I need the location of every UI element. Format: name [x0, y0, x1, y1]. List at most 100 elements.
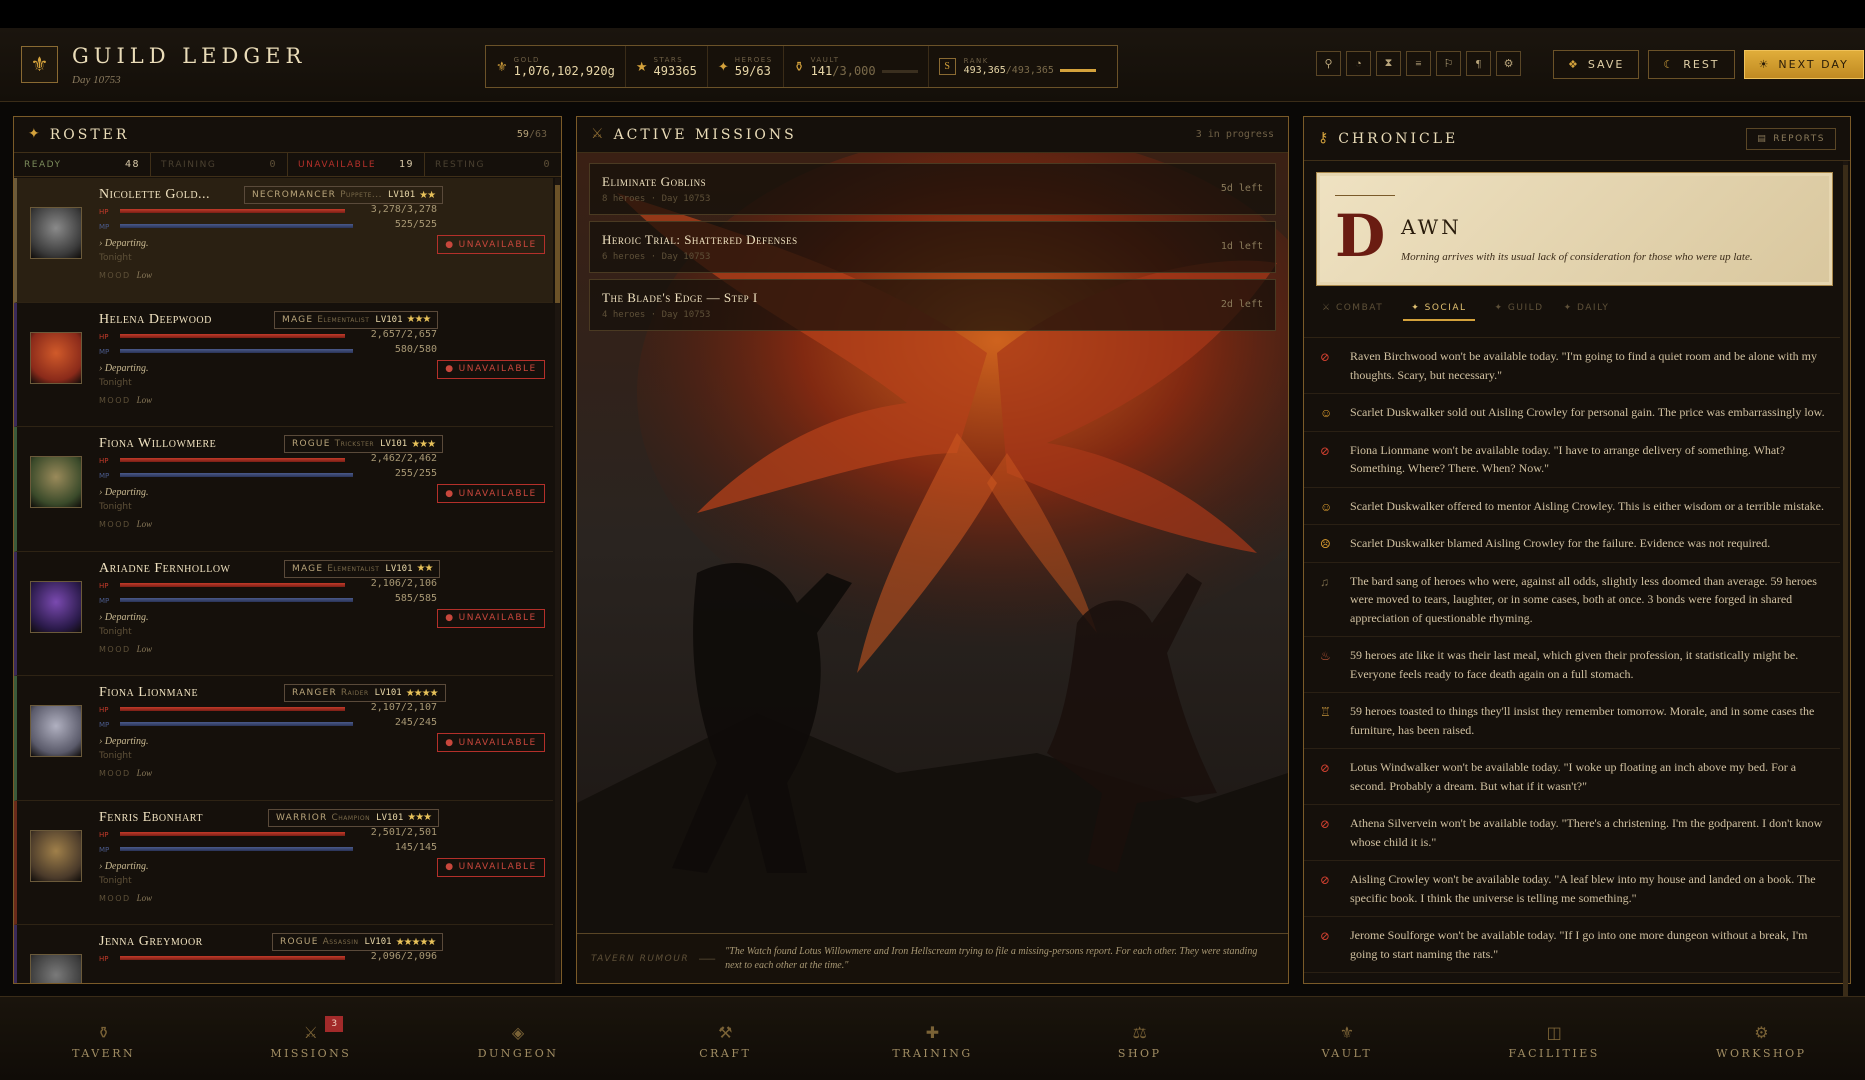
- hp-bar: [120, 707, 345, 711]
- stat-vault: ⚱ VAULT 141/3,000: [784, 46, 929, 87]
- tab-ready[interactable]: READY 48: [14, 153, 151, 176]
- dawn-intro: Morning arrives with its usual lack of c…: [1401, 251, 1753, 263]
- unavailable-badge: ● UNAVAILABLE: [437, 359, 545, 379]
- tab-daily[interactable]: ✦ DAILY: [1564, 303, 1610, 321]
- sparkle-icon: ✦: [28, 127, 40, 142]
- key-icon: ⚷: [1318, 131, 1329, 146]
- hero-row[interactable]: Ariadne Fernhollow MAGE Elementalist LV101 ★…: [14, 551, 553, 676]
- nav-shop[interactable]: ⚖ SHOP: [1036, 997, 1243, 1080]
- hero-portrait: [30, 580, 82, 633]
- toast-icon: ♖: [1320, 705, 1331, 719]
- vault-value: 141: [810, 63, 833, 78]
- hourglass-icon[interactable]: ⧗: [1376, 51, 1401, 76]
- hp-label: HP: [99, 208, 109, 216]
- mission-details: 4 heroes · Day 10753: [602, 310, 711, 320]
- save-button[interactable]: ❖ SAVE: [1553, 50, 1640, 79]
- list-icon[interactable]: ≡: [1406, 51, 1431, 76]
- rank-progress-bar: [1059, 68, 1096, 72]
- tab-unavailable[interactable]: UNAVAILABLE 19: [288, 153, 425, 176]
- chronicle-entry-text: Scarlet Duskwalker sold out Aisling Crow…: [1350, 405, 1825, 419]
- flame-icon: ⚱: [793, 58, 805, 74]
- hero-class-badge: MAGE Elementalist LV101 ★★: [284, 559, 441, 578]
- nav-label: DUNGEON: [477, 1047, 559, 1060]
- roster-count: 59: [516, 129, 529, 140]
- hero-name: Jenna Greymoor: [99, 934, 203, 949]
- tab-resting[interactable]: RESTING 0: [425, 153, 561, 176]
- scroll-icon[interactable]: ¶: [1466, 51, 1491, 76]
- mission-card[interactable]: The Blade's Edge — Step I 4 heroes · Day…: [589, 279, 1276, 331]
- roster-filter-tabs: READY 48 TRAINING 0 UNAVAILABLE 19 RESTING 0: [14, 153, 561, 177]
- torch-icon[interactable]: ⚲: [1316, 51, 1341, 76]
- hero-row[interactable]: Fiona Lionmane RANGER Raider LV101 ★★★★ HP 2,1…: [14, 676, 553, 801]
- mp-bar: [120, 348, 353, 353]
- tab-social[interactable]: ✦ SOCIAL: [1403, 303, 1475, 321]
- mp-label: MP: [99, 223, 110, 231]
- mp-bar: [120, 597, 353, 602]
- rank-icon: S: [938, 58, 956, 75]
- reports-button[interactable]: ▤ REPORTS: [1746, 127, 1836, 150]
- craft-icon: ⚒: [718, 1025, 733, 1042]
- heroes-value: 59/63: [734, 63, 771, 78]
- mission-card[interactable]: Eliminate Goblins 8 heroes · Day 10753 5…: [589, 163, 1276, 215]
- mission-time-left: 5d left: [1220, 183, 1263, 194]
- settings-icon[interactable]: ⚙: [1496, 51, 1521, 76]
- missions-header: ⚔ ACTIVE MISSIONS 3 in progress: [577, 117, 1288, 153]
- hero-portrait: [30, 829, 82, 882]
- hp-bar: [120, 831, 345, 836]
- unavailable-icon: ⊘: [1320, 761, 1331, 775]
- hp-value: 2,107/2,107: [370, 702, 437, 713]
- app-title: GUILD LEDGER: [72, 44, 307, 68]
- tab-guild[interactable]: ✦ GUILD: [1495, 303, 1544, 321]
- chronicle-header: ⚷ CHRONICLE ▤ REPORTS: [1304, 117, 1850, 161]
- rest-button[interactable]: ☾ REST: [1648, 50, 1735, 79]
- chronicle-entry: ♖ 59 heroes toasted to things they'll ins…: [1304, 693, 1840, 749]
- nav-facilities[interactable]: ◫ FACILITIES: [1451, 997, 1658, 1080]
- nav-workshop[interactable]: ⚙ WORKSHOP: [1658, 997, 1865, 1080]
- nav-label: FACILITIES: [1508, 1047, 1600, 1060]
- hp-value: 3,278/3,278: [370, 204, 437, 215]
- nav-missions[interactable]: ⚔ MISSIONS 3: [207, 997, 414, 1080]
- nav-training[interactable]: ✚ TRAINING: [829, 997, 1036, 1080]
- mp-label: MP: [99, 845, 110, 854]
- nav-tavern[interactable]: ⚱ TAVERN: [0, 997, 207, 1080]
- nav-vault[interactable]: ⚜ VAULT: [1243, 997, 1450, 1080]
- nav-dungeon[interactable]: ◈ DUNGEON: [414, 997, 621, 1080]
- mission-details: 6 heroes · Day 10753: [602, 252, 711, 262]
- unavailable-icon: ⊘: [1320, 929, 1331, 943]
- tavern-icon: ⚱: [96, 1025, 111, 1042]
- nav-label: WORKSHOP: [1716, 1047, 1807, 1060]
- hero-row[interactable]: Nicolette Gold... NECROMANCER Puppete... LV…: [14, 178, 553, 303]
- chronicle-entry-text: Scarlet Duskwalker offered to mentor Ais…: [1350, 498, 1825, 513]
- roster-scrollbar-thumb[interactable]: [555, 185, 560, 303]
- tab-combat[interactable]: ⚔ COMBAT: [1322, 303, 1383, 321]
- mp-value: 580/580: [394, 343, 437, 355]
- hero-row[interactable]: Fiona Willowmere ROGUE Trickster LV101 ★★★ HP…: [14, 427, 553, 552]
- mission-name: Heroic Trial: Shattered Defenses: [602, 232, 798, 247]
- nav-label: TAVERN: [72, 1047, 136, 1060]
- workshop-icon: ⚙: [1754, 1025, 1769, 1042]
- hero-row[interactable]: Fenris Ebonhart WARRIOR Champion LV101 ★★★ HP…: [14, 800, 553, 925]
- top-black-strip: [0, 0, 1865, 28]
- mp-value: 585/585: [394, 592, 437, 604]
- hp-label: HP: [99, 457, 109, 465]
- flag-icon[interactable]: ⚐: [1436, 51, 1461, 76]
- rumour-dash: —: [699, 949, 716, 967]
- chronicle-entry: ♫ The bard sang of heroes who were, again…: [1304, 563, 1840, 637]
- dawn-parchment: D AWN Morning arrives with its usual lac…: [1316, 172, 1833, 286]
- rank-max: /493,365: [1005, 65, 1054, 76]
- hero-row[interactable]: Helena Deepwood MAGE Elementalist LV101 ★★★ H…: [14, 302, 553, 427]
- nav-craft[interactable]: ⚒ CRAFT: [622, 997, 829, 1080]
- chronicle-scrollbar-thumb[interactable]: [1843, 165, 1848, 1015]
- hp-bar: [120, 209, 345, 213]
- clock-icon[interactable]: ◔: [1346, 51, 1371, 76]
- tab-training[interactable]: TRAINING 0: [151, 153, 288, 176]
- mission-card[interactable]: Heroic Trial: Shattered Defenses 6 heroe…: [589, 221, 1276, 273]
- dawn-heading: AWN: [1401, 215, 1462, 239]
- hp-value: 2,501/2,501: [370, 826, 437, 838]
- mission-details: 8 heroes · Day 10753: [602, 194, 711, 204]
- tavern-rumour: TAVERN RUMOUR — "The Watch found Lotus W…: [577, 933, 1288, 983]
- hero-row[interactable]: Jenna Greymoor ROGUE Assassin LV101 ★★★★★ HP 2…: [14, 925, 553, 983]
- chronicle-entry: ☹ Scarlet Duskwalker blamed Aisling Crowl…: [1304, 525, 1840, 563]
- chronicle-log: ⊘ Raven Birchwood won't be available toda…: [1304, 337, 1840, 983]
- next-day-button[interactable]: ☀ NEXT DAY: [1743, 50, 1864, 79]
